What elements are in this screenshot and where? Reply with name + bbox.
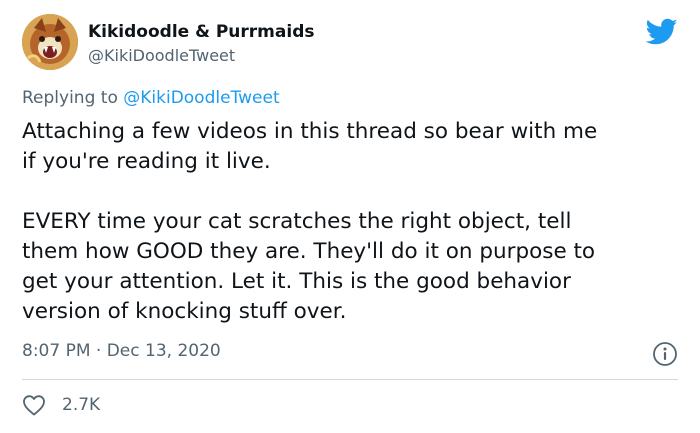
replying-to-label: Replying to (22, 88, 124, 108)
tweet-text-paragraph-2: EVERY time your cat scratches the right … (22, 207, 682, 327)
tweet-text-line: them how GOOD they are. They'll do it on… (22, 239, 596, 264)
tweet-text-line: get your attention. Let it. This is the … (22, 269, 571, 294)
twitter-bird-icon[interactable] (645, 18, 678, 46)
tweet-timestamp[interactable]: 8:07 PM · Dec 13, 2020 (22, 341, 221, 361)
tweet-text-line: if you're reading it live. (22, 149, 271, 174)
tweet-card: Kikidoodle & Purrmaids @KikiDoodleTweet … (0, 0, 700, 433)
heart-icon (23, 395, 45, 416)
divider (22, 379, 678, 380)
tweet-text-line: EVERY time your cat scratches the right … (22, 209, 572, 234)
user-handle[interactable]: @KikiDoodleTweet (88, 46, 235, 65)
tweet-text-line: version of knocking stuff over. (22, 299, 347, 324)
tweet-text-line: Attaching a few videos in this thread so… (22, 119, 598, 144)
tweet-text-paragraph-1: Attaching a few videos in this thread so… (22, 117, 682, 177)
like-count: 2.7K (62, 395, 101, 415)
display-name[interactable]: Kikidoodle & Purrmaids (88, 22, 314, 42)
avatar[interactable] (22, 14, 78, 70)
info-icon[interactable] (652, 341, 678, 367)
like-button[interactable]: 2.7K (22, 393, 100, 417)
replying-to-mention[interactable]: @KikiDoodleTweet (123, 88, 279, 108)
replying-to: Replying to @KikiDoodleTweet (22, 88, 280, 108)
